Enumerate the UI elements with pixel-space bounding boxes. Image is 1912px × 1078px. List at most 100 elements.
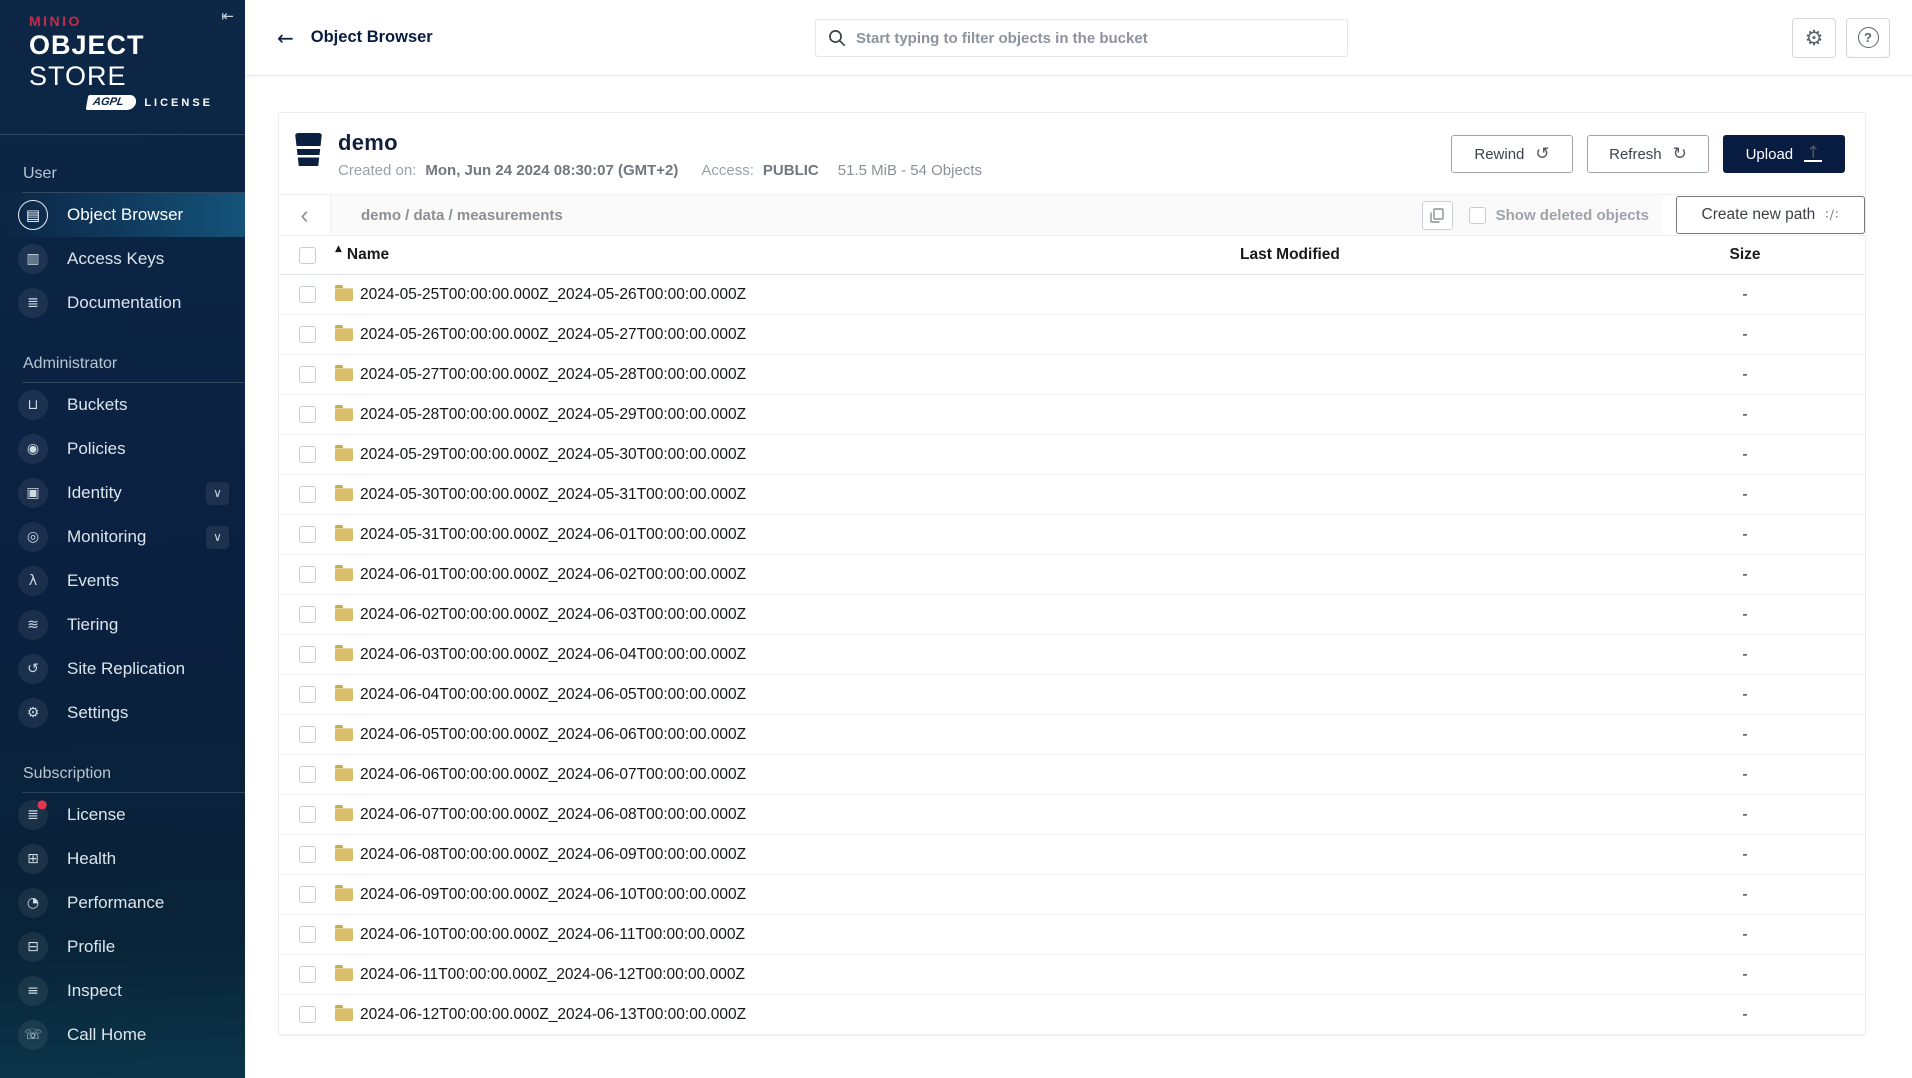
navigate-up-button[interactable]: ‹: [279, 195, 331, 235]
row-checkbox[interactable]: [298, 846, 316, 863]
row-checkbox[interactable]: [298, 886, 316, 903]
folder-icon: [335, 725, 353, 741]
row-checkbox[interactable]: [298, 326, 316, 343]
table-row[interactable]: 2024-06-05T00:00:00.000Z_2024-06-06T00:0…: [279, 715, 1865, 755]
sidebar-item-label: Inspect: [67, 981, 122, 1000]
table-row[interactable]: 2024-06-10T00:00:00.000Z_2024-06-11T00:0…: [279, 915, 1865, 955]
sidebar-item[interactable]: ↺ Site Replication: [0, 647, 245, 691]
sidebar-item[interactable]: ◔ Performance: [0, 881, 245, 925]
sidebar-item[interactable]: ⊔ Buckets: [0, 383, 245, 427]
sidebar-item[interactable]: ≣ Documentation: [0, 281, 245, 325]
sidebar-item-icon: ▥: [18, 244, 48, 274]
sidebar-item[interactable]: ⊟ Profile: [0, 925, 245, 969]
back-navigation[interactable]: ← Object Browser: [277, 26, 433, 50]
settings-button[interactable]: ⚙: [1792, 17, 1836, 58]
product-light: STORE: [29, 61, 127, 91]
sidebar-item-label: Tiering: [67, 615, 119, 634]
object-size: -: [1742, 965, 1748, 983]
sidebar-item[interactable]: ⊞ Health: [0, 837, 245, 881]
sidebar-item[interactable]: ▥ Access Keys: [0, 237, 245, 281]
row-checkbox[interactable]: [298, 726, 316, 743]
table-row[interactable]: 2024-06-02T00:00:00.000Z_2024-06-03T00:0…: [279, 595, 1865, 635]
refresh-button[interactable]: Refresh ↻: [1587, 135, 1709, 173]
table-row[interactable]: 2024-05-30T00:00:00.000Z_2024-05-31T00:0…: [279, 475, 1865, 515]
sidebar-item[interactable]: ≡ Inspect: [0, 969, 245, 1013]
chevron-down-icon[interactable]: ∨: [206, 481, 229, 505]
folder-icon: [335, 765, 353, 781]
row-checkbox[interactable]: [298, 286, 316, 303]
row-checkbox[interactable]: [298, 646, 316, 663]
select-all-checkbox[interactable]: [298, 246, 316, 264]
row-checkbox[interactable]: [298, 1006, 316, 1023]
table-row[interactable]: 2024-05-28T00:00:00.000Z_2024-05-29T00:0…: [279, 395, 1865, 435]
table-header: ▲ Name Last Modified Size: [279, 236, 1865, 275]
collapse-sidebar-icon[interactable]: ⇤: [221, 7, 234, 25]
table-row[interactable]: 2024-06-11T00:00:00.000Z_2024-06-12T00:0…: [279, 955, 1865, 995]
upload-label: Upload: [1745, 145, 1794, 163]
sidebar-item[interactable]: ▤ Object Browser: [0, 193, 245, 237]
row-checkbox[interactable]: [298, 766, 316, 783]
row-checkbox[interactable]: [298, 446, 316, 463]
show-deleted-label: Show deleted objects: [1495, 206, 1649, 224]
sidebar-item[interactable]: ◉ Policies: [0, 427, 245, 471]
folder-icon: [335, 605, 353, 621]
chevron-down-icon[interactable]: ∨: [206, 525, 229, 549]
sidebar-item[interactable]: ≋ Tiering: [0, 603, 245, 647]
object-name: 2024-06-05T00:00:00.000Z_2024-06-06T00:0…: [360, 725, 747, 743]
sidebar-item-icon: ↺: [18, 654, 48, 684]
table-row[interactable]: 2024-06-04T00:00:00.000Z_2024-06-05T00:0…: [279, 675, 1865, 715]
row-checkbox[interactable]: [298, 606, 316, 623]
sidebar-item[interactable]: ▣ Identity ∨: [0, 471, 245, 515]
table-row[interactable]: 2024-06-08T00:00:00.000Z_2024-06-09T00:0…: [279, 835, 1865, 875]
column-header-last-modified[interactable]: Last Modified: [1240, 246, 1665, 264]
sidebar-item-label: Buckets: [67, 395, 128, 414]
row-checkbox[interactable]: [298, 406, 316, 423]
column-header-name[interactable]: ▲ Name: [335, 244, 1240, 264]
row-checkbox[interactable]: [298, 806, 316, 823]
table-row[interactable]: 2024-06-06T00:00:00.000Z_2024-06-07T00:0…: [279, 755, 1865, 795]
object-name: 2024-06-12T00:00:00.000Z_2024-06-13T00:0…: [360, 1005, 747, 1023]
create-new-path-button[interactable]: Create new path ∶∕∶: [1676, 196, 1865, 234]
copy-path-button[interactable]: [1421, 200, 1453, 230]
breadcrumb[interactable]: demo / data / measurements: [361, 207, 563, 224]
table-row[interactable]: 2024-05-25T00:00:00.000Z_2024-05-26T00:0…: [279, 275, 1865, 315]
object-size: -: [1742, 1005, 1748, 1023]
sidebar-item[interactable]: ⚙ Settings: [0, 691, 245, 735]
sidebar-item[interactable]: ≣ ● License: [0, 793, 245, 837]
row-checkbox[interactable]: [298, 926, 316, 943]
table-row[interactable]: 2024-05-27T00:00:00.000Z_2024-05-28T00:0…: [279, 355, 1865, 395]
table-row[interactable]: 2024-05-26T00:00:00.000Z_2024-05-27T00:0…: [279, 315, 1865, 355]
rewind-button[interactable]: Rewind ↺: [1451, 135, 1573, 173]
sidebar-item[interactable]: λ Events: [0, 559, 245, 603]
row-checkbox[interactable]: [298, 526, 316, 543]
table-row[interactable]: 2024-06-12T00:00:00.000Z_2024-06-13T00:0…: [279, 995, 1865, 1035]
search-input[interactable]: [856, 29, 1335, 47]
object-size: -: [1742, 405, 1748, 423]
sidebar-item[interactable]: ☏ Call Home: [0, 1013, 245, 1057]
table-row[interactable]: 2024-05-31T00:00:00.000Z_2024-06-01T00:0…: [279, 515, 1865, 555]
table-row[interactable]: 2024-06-03T00:00:00.000Z_2024-06-04T00:0…: [279, 635, 1865, 675]
table-row[interactable]: 2024-05-29T00:00:00.000Z_2024-05-30T00:0…: [279, 435, 1865, 475]
row-checkbox[interactable]: [298, 366, 316, 383]
help-button[interactable]: ?: [1846, 17, 1890, 58]
bucket-icon: [295, 133, 322, 166]
object-size: -: [1742, 845, 1748, 863]
name-header-label: Name: [346, 246, 390, 263]
object-filter-search[interactable]: [815, 19, 1348, 57]
license-row: AGPL LICENSE: [29, 95, 245, 110]
table-row[interactable]: 2024-06-07T00:00:00.000Z_2024-06-08T00:0…: [279, 795, 1865, 835]
show-deleted-checkbox[interactable]: [1468, 206, 1486, 224]
bucket-name: demo: [338, 130, 398, 155]
column-header-size[interactable]: Size: [1665, 246, 1825, 264]
row-checkbox[interactable]: [298, 686, 316, 703]
row-checkbox[interactable]: [298, 486, 316, 503]
show-deleted-toggle[interactable]: Show deleted objects: [1468, 206, 1649, 224]
back-arrow-icon[interactable]: ←: [277, 26, 294, 50]
row-checkbox[interactable]: [298, 566, 316, 583]
sidebar-item[interactable]: ◎ Monitoring ∨: [0, 515, 245, 559]
table-row[interactable]: 2024-06-01T00:00:00.000Z_2024-06-02T00:0…: [279, 555, 1865, 595]
row-checkbox[interactable]: [298, 966, 316, 983]
folder-icon: [335, 885, 353, 901]
upload-button[interactable]: Upload ↑: [1723, 135, 1845, 173]
table-row[interactable]: 2024-06-09T00:00:00.000Z_2024-06-10T00:0…: [279, 875, 1865, 915]
